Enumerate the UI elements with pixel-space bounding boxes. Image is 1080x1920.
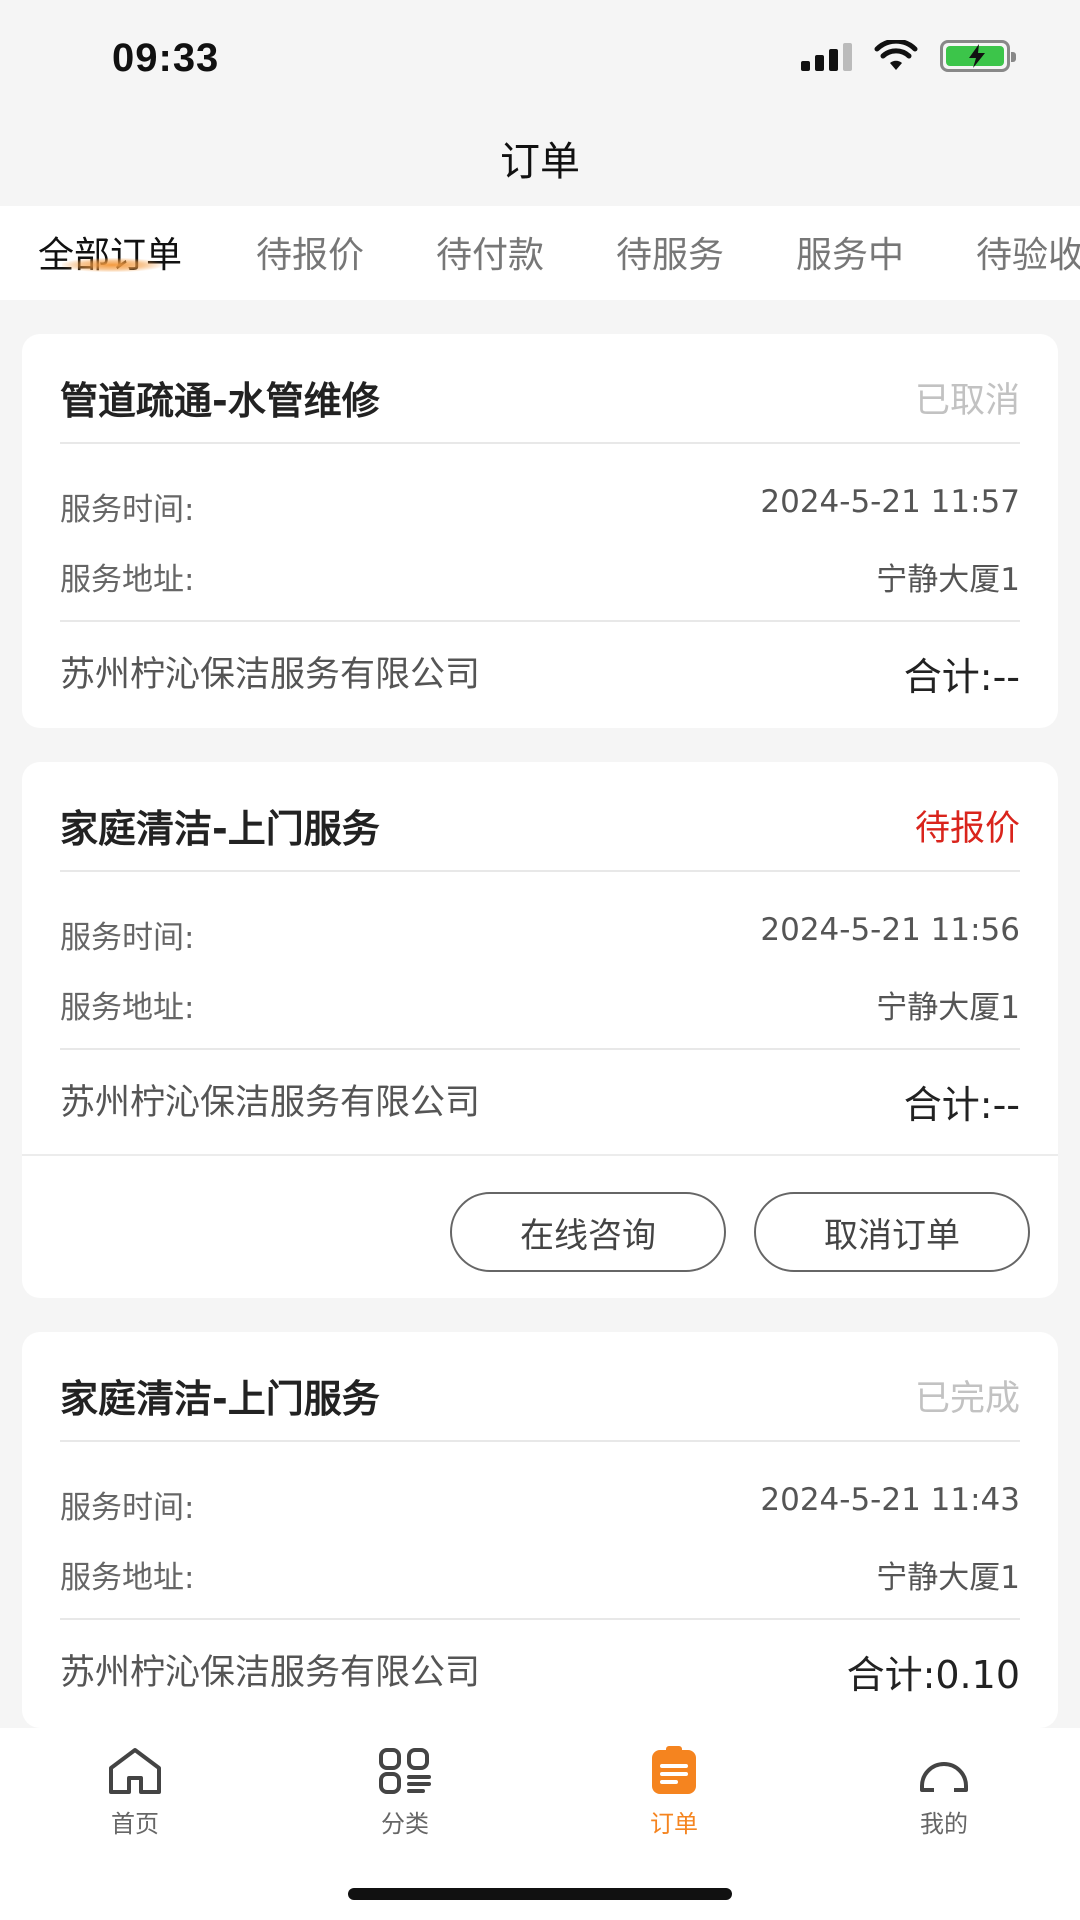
status-bar: 09:33 [0,0,1080,110]
tab-pending-quote[interactable]: 待报价 [256,226,364,278]
order-card[interactable]: 家庭清洁-上门服务 待报价 服务时间: 2024-5-21 11:56 服务地址… [22,762,1058,1298]
tabbar-home[interactable]: 首页 [65,1746,205,1839]
order-status: 待报价 [914,809,1020,849]
actions-divider [22,1154,1058,1156]
order-total: 合计:-- [903,1083,1020,1127]
order-card-header: 家庭清洁-上门服务 待报价 [60,762,1020,872]
service-address-value: 宁静大厦1 [876,1560,1020,1596]
tabbar-label: 订单 [650,1810,698,1838]
cancel-order-button[interactable]: 取消订单 [754,1192,1030,1272]
active-tab-indicator [62,258,162,272]
order-total: 合计:-- [903,655,1020,699]
tabbar-orders[interactable]: 订单 [604,1746,744,1839]
order-title: 家庭清洁-上门服务 [60,807,380,851]
status-time: 09:33 [112,36,220,80]
order-icon [652,1746,696,1794]
order-tabs: 全部订单 待报价 待付款 待服务 服务中 待验收 [0,206,1080,300]
service-address-label: 服务地址: [60,1560,195,1596]
tab-pending-payment[interactable]: 待付款 [436,226,544,278]
service-time-value: 2024-5-21 11:56 [760,912,1020,948]
service-time-value: 2024-5-21 11:43 [760,1482,1020,1518]
online-consult-button[interactable]: 在线咨询 [450,1192,726,1272]
service-time-label: 服务时间: [60,1490,195,1526]
order-card-header: 家庭清洁-上门服务 已完成 [60,1332,1020,1442]
tab-pending-service[interactable]: 待服务 [616,226,724,278]
order-status: 已取消 [914,381,1020,421]
divider [60,1048,1020,1050]
company-name: 苏州柠沁保洁服务有限公司 [60,655,481,695]
order-status: 已完成 [914,1379,1020,1419]
home-indicator[interactable] [348,1888,732,1900]
profile-icon [920,1762,968,1792]
service-address-label: 服务地址: [60,990,195,1026]
page-header: 订单 [0,110,1080,206]
tab-pending-acceptance[interactable]: 待验收 [976,226,1080,278]
divider [60,620,1020,622]
category-icon [379,1748,431,1794]
service-time-label: 服务时间: [60,920,195,956]
tab-in-service[interactable]: 服务中 [796,226,904,278]
tabbar-label: 我的 [920,1810,968,1838]
battery-icon [940,40,1016,72]
signal-icon [801,41,852,71]
order-card-header: 管道疏通-水管维修 已取消 [60,334,1020,444]
divider [60,1618,1020,1620]
tabbar-category[interactable]: 分类 [335,1746,475,1839]
service-address-value: 宁静大厦1 [876,562,1020,598]
home-icon [109,1748,161,1794]
order-total: 合计:0.10 [846,1653,1020,1697]
service-time-value: 2024-5-21 11:57 [760,484,1020,520]
company-name: 苏州柠沁保洁服务有限公司 [60,1653,481,1693]
order-card[interactable]: 管道疏通-水管维修 已取消 服务时间: 2024-5-21 11:57 服务地址… [22,334,1058,728]
service-address-value: 宁静大厦1 [876,990,1020,1026]
service-time-label: 服务时间: [60,492,195,528]
service-address-label: 服务地址: [60,562,195,598]
status-icons [801,40,1016,72]
tabbar-label: 分类 [381,1810,429,1838]
tabbar-profile[interactable]: 我的 [874,1746,1014,1839]
order-card[interactable]: 家庭清洁-上门服务 已完成 服务时间: 2024-5-21 11:43 服务地址… [22,1332,1058,1728]
order-title: 家庭清洁-上门服务 [60,1377,380,1421]
tabbar-label: 首页 [111,1810,159,1838]
order-title: 管道疏通-水管维修 [60,379,380,423]
wifi-icon [874,40,918,70]
company-name: 苏州柠沁保洁服务有限公司 [60,1083,481,1123]
page-title: 订单 [500,139,580,185]
